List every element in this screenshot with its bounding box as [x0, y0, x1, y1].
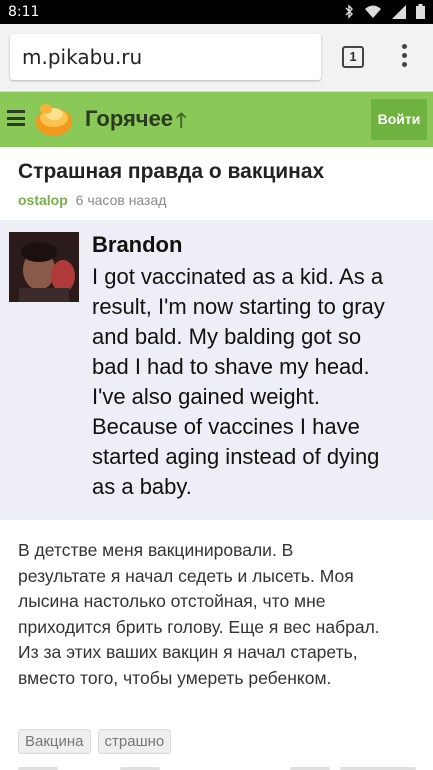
post-body: В детстве меня вакцинировали. В результа…	[18, 538, 423, 692]
tab-switcher-button[interactable]: 1	[342, 46, 364, 68]
tag-scary[interactable]: страшно	[97, 729, 172, 754]
post-body-line: приходится брить голову. Еще я вес набра…	[18, 616, 380, 637]
status-icons	[344, 4, 425, 24]
url-text: m.pikabu.ru	[22, 45, 143, 69]
post-tags: Вакцина страшно	[18, 729, 172, 754]
post-time: 6 часов назад	[75, 192, 167, 208]
image-text-line: started aging instead of dying	[92, 444, 380, 469]
overflow-menu-icon[interactable]	[392, 44, 416, 72]
status-bar: 8:11	[0, 0, 433, 24]
image-text-line: as a baby.	[92, 474, 192, 499]
post-body-line: Из за этих ваших вакцин я начал стареть,	[18, 642, 358, 663]
post-image[interactable]: Brandon I got vaccinated as a kid. As a …	[0, 220, 433, 520]
pikabu-logo-icon[interactable]	[34, 100, 74, 138]
login-button[interactable]: Войти	[371, 99, 427, 140]
image-text-line: I've also gained weight.	[92, 384, 321, 409]
image-text-line: Because of vaccines I have	[92, 414, 360, 439]
image-text-line: bad I had to shave my head.	[92, 354, 370, 379]
image-text-line: I got vaccinated as a kid. As a	[92, 264, 384, 289]
hamburger-icon[interactable]	[7, 110, 25, 126]
image-name: Brandon	[92, 232, 183, 257]
image-text: I got vaccinated as a kid. As a result, …	[92, 262, 422, 502]
avatar	[9, 232, 79, 302]
post-body-line: результате я начал седеть и лысеть. Моя	[18, 565, 354, 586]
wifi-icon	[364, 5, 382, 24]
post-meta: ostalop 6 часов назад	[18, 192, 166, 208]
section-title[interactable]: Горячее	[85, 106, 173, 132]
post-title[interactable]: Страшная правда о вакцинах	[18, 160, 324, 184]
browser-toolbar: m.pikabu.ru 1	[0, 24, 433, 92]
signal-icon	[392, 4, 406, 24]
battery-icon	[416, 4, 425, 24]
post-body-line: лысина настолько отстойная, что мне	[18, 591, 326, 612]
image-text-line: and bald. My balding got so	[92, 324, 362, 349]
post-author[interactable]: ostalop	[18, 192, 68, 208]
address-bar[interactable]: m.pikabu.ru	[10, 34, 321, 80]
post-body-line: вместо того, чтобы умереть ребенком.	[18, 667, 332, 688]
site-header: Горячее 🡑 Войти	[0, 92, 433, 147]
post-body-line: В детстве меня вакцинировали. В	[18, 540, 294, 560]
arrow-up-icon: 🡑	[176, 110, 187, 132]
status-time: 8:11	[8, 4, 40, 20]
bluetooth-icon	[344, 4, 354, 24]
post-actions-row	[0, 764, 433, 770]
tag-vaccine[interactable]: Вакцина	[18, 729, 91, 754]
image-text-line: result, I'm now starting to gray	[92, 294, 385, 319]
